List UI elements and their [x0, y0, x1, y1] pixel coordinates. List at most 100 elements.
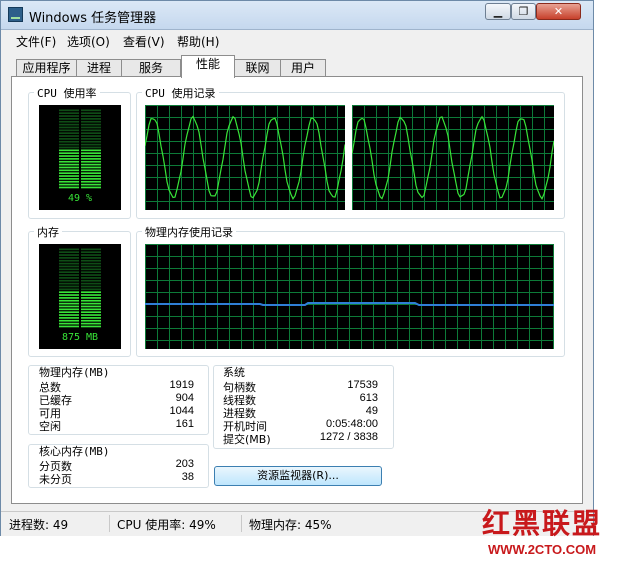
- cpu-history-line-core-2: [352, 115, 554, 200]
- meter-segment: [81, 254, 101, 256]
- meter-segment: [59, 279, 79, 282]
- meter-segment: [59, 109, 79, 112]
- meter-segment: [59, 325, 79, 328]
- meter-segment: [59, 251, 79, 254]
- stat-value: 1044: [169, 405, 194, 417]
- tab-performance[interactable]: 性能: [181, 55, 235, 78]
- meter-segment: [81, 178, 101, 180]
- meter-segment: [59, 259, 79, 262]
- meter-segment: [59, 138, 79, 140]
- meter-segment: [81, 143, 101, 146]
- menu-help[interactable]: 帮助(H): [177, 33, 219, 50]
- stat-row: 可用 1044: [39, 405, 194, 420]
- memory-history-label: 物理内存使用记录: [142, 224, 236, 240]
- meter-segment: [81, 305, 101, 308]
- meter-segment: [81, 115, 101, 117]
- meter-segment: [81, 279, 101, 282]
- stat-row: 提交(MB) 1272 / 3838: [223, 431, 378, 446]
- meter-segment: [59, 302, 79, 305]
- tab-networking[interactable]: 联网: [234, 59, 281, 77]
- maximize-button[interactable]: ❐: [511, 3, 536, 20]
- meter-segment: [59, 314, 79, 316]
- meter-segment: [81, 271, 101, 274]
- meter-segment: [59, 274, 79, 276]
- stat-label: 提交(MB): [223, 433, 271, 446]
- kernel-memory-title: 核心内存(MB): [39, 445, 110, 458]
- meter-segment: [81, 265, 101, 268]
- status-processes: 进程数: 49: [9, 518, 69, 532]
- meter-segment: [81, 132, 101, 135]
- physical-memory-title: 物理内存(MB): [39, 366, 110, 379]
- meter-segment: [59, 257, 79, 259]
- task-manager-window: Windows 任务管理器 ▁ ❐ ✕ 文件(F) 选项(O) 查看(V) 帮助…: [0, 0, 594, 536]
- meter-segment: [59, 160, 79, 163]
- tab-users[interactable]: 用户: [280, 59, 326, 77]
- memory-meter: 875 MB: [39, 244, 121, 349]
- meter-segment: [81, 297, 101, 299]
- meter-segment: [59, 291, 79, 294]
- meter-segment: [59, 129, 79, 132]
- meter-segment: [81, 302, 101, 305]
- meter-segment: [59, 155, 79, 157]
- meter-segment: [59, 166, 79, 169]
- meter-segment: [81, 277, 101, 279]
- meter-segment: [59, 135, 79, 137]
- meter-segment: [81, 140, 101, 143]
- stat-value: 161: [175, 418, 194, 430]
- meter-segment: [81, 172, 101, 175]
- close-button[interactable]: ✕: [536, 3, 581, 20]
- meter-segment: [81, 118, 101, 120]
- stat-row: 已缓存 904: [39, 392, 194, 407]
- stat-value: 904: [175, 392, 194, 404]
- meter-segment: [59, 143, 79, 146]
- stat-value: 17539: [347, 379, 378, 391]
- meter-segment: [59, 248, 79, 251]
- tab-services[interactable]: 服务: [121, 59, 181, 77]
- title-bar[interactable]: Windows 任务管理器 ▁ ❐ ✕: [1, 1, 593, 30]
- memory-label: 内存: [34, 224, 62, 240]
- memory-value: 875 MB: [61, 332, 99, 343]
- meter-segment: [59, 123, 79, 126]
- menu-file[interactable]: 文件(F): [16, 33, 56, 50]
- menu-options[interactable]: 选项(O): [67, 33, 110, 50]
- meter-segment: [81, 288, 101, 291]
- stat-row: 未分页 38: [39, 471, 194, 486]
- meter-segment: [59, 140, 79, 143]
- meter-segment: [59, 158, 79, 160]
- minimize-button[interactable]: ▁: [485, 3, 511, 20]
- meter-segment: [81, 319, 101, 322]
- cpu-history-graph-core-2: [352, 105, 554, 210]
- meter-segment: [81, 251, 101, 254]
- meter-segment: [81, 274, 101, 276]
- meter-segment: [81, 120, 101, 123]
- meter-segment: [59, 115, 79, 117]
- meter-segment: [81, 166, 101, 169]
- system-group: 系统 句柄数 17539 线程数 613 进程数 49 开机时间 0:05:48:00 …: [213, 365, 394, 449]
- tab-applications[interactable]: 应用程序: [16, 59, 77, 77]
- meter-segment: [81, 299, 101, 302]
- stat-row: 分页数 203: [39, 458, 194, 473]
- meter-segment: [81, 175, 101, 177]
- stat-label: 未分页: [39, 473, 72, 486]
- memory-history-graph: [145, 244, 554, 349]
- meter-segment: [81, 135, 101, 137]
- stat-row: 句柄数 17539: [223, 379, 378, 394]
- meter-segment: [81, 183, 101, 186]
- stat-row: 线程数 613: [223, 392, 378, 407]
- tab-processes[interactable]: 进程: [76, 59, 122, 77]
- meter-segment: [81, 146, 101, 149]
- meter-segment: [81, 311, 101, 314]
- resource-monitor-button[interactable]: 资源监视器(R)...: [214, 466, 382, 486]
- meter-segment: [81, 126, 101, 129]
- meter-segment: [59, 305, 79, 308]
- meter-segment: [81, 160, 101, 163]
- stat-row: 进程数 49: [223, 405, 378, 420]
- meter-segment: [81, 149, 101, 152]
- cpu-history-line-core-1: [145, 115, 345, 201]
- menu-view[interactable]: 查看(V): [123, 33, 165, 50]
- meter-segment: [59, 319, 79, 322]
- meter-segment: [59, 120, 79, 123]
- watermark-logo: 红黑联盟: [482, 507, 603, 540]
- cpu-history-group: CPU 使用记录: [136, 85, 565, 219]
- stat-value: 1272 / 3838: [319, 431, 378, 443]
